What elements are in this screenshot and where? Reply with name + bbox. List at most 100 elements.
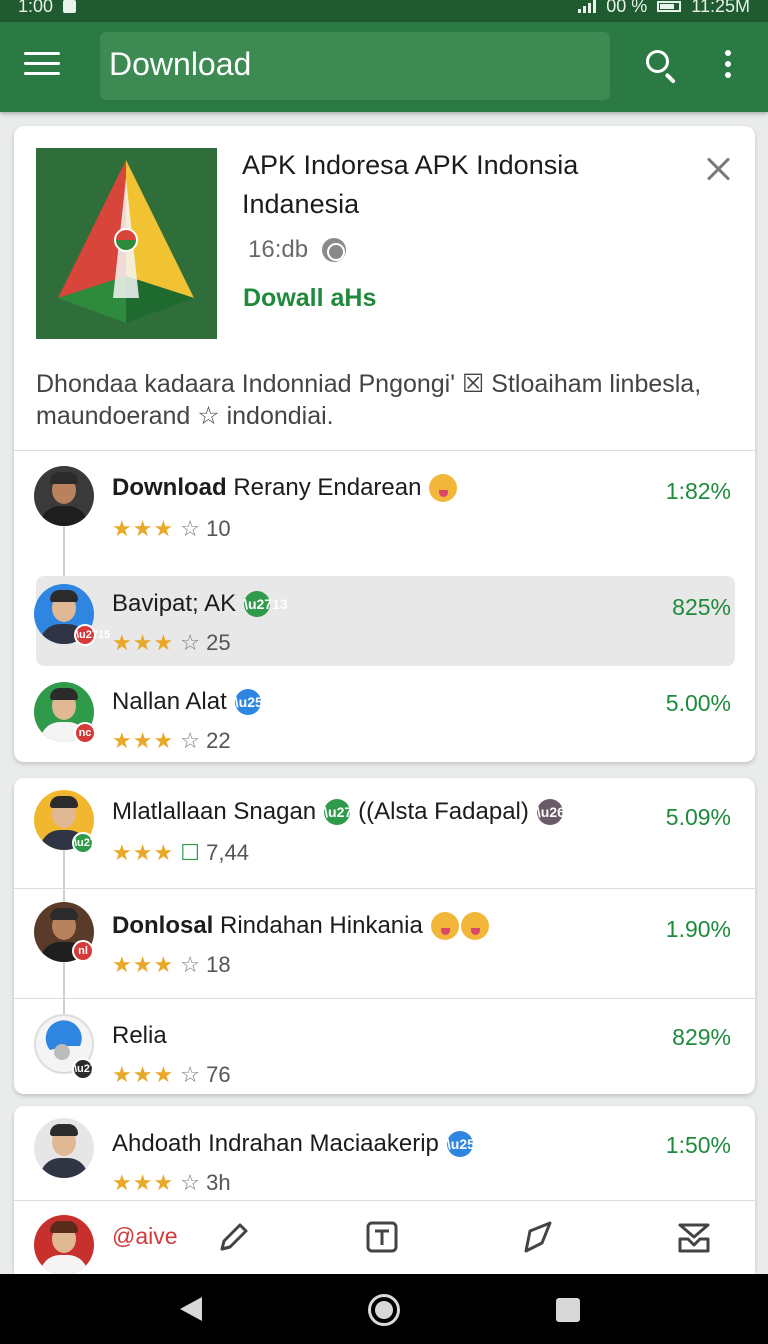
list-item[interactable]: Ahdoath Indrahan Maciaakerip \u25B2 ★★★ … <box>14 1114 755 1204</box>
system-nav-bar <box>0 1274 768 1344</box>
list-item-title-text: Bavipat; AK <box>112 590 237 617</box>
list-item[interactable]: \u2713 Mlatlallaan Snagan \u2713 ((Alsta… <box>14 786 755 876</box>
battery-icon <box>657 0 682 12</box>
list-item-title-text: Mlatlallaan Snagan <box>112 798 317 825</box>
stars-icon: ★★★ <box>112 1170 175 1195</box>
battery-percent: 00 % <box>606 0 648 16</box>
status-time: 1:00 <box>18 0 54 16</box>
list-item-title-text: Nallan Alat <box>112 688 227 715</box>
app-detail-card: APK Indoresa APK Indonsia Indanesia 16:d… <box>14 126 755 762</box>
rating-count: 22 <box>206 728 231 753</box>
list-item-title: Donlosal Rindahan Hinkania <box>112 912 489 940</box>
globe-icon <box>322 238 346 262</box>
list-item-title: Nallan Alat \u25B2 <box>112 688 281 716</box>
close-icon[interactable] <box>704 154 734 184</box>
rating: ★★★ ☆ 10 <box>112 516 231 542</box>
status-left: 1:00 <box>18 0 77 17</box>
notification-icon <box>63 0 77 13</box>
status-clock: 11:25M <box>691 0 750 16</box>
tongue-emoji-icon <box>429 474 458 502</box>
search-icon[interactable] <box>644 48 680 84</box>
text-box-icon[interactable] <box>364 1219 400 1255</box>
list-item-title: Relia <box>112 1022 167 1050</box>
stars-icon: ★★★ <box>112 516 175 541</box>
rating: ★★★ ☐ 7,44 <box>112 840 249 866</box>
verified-check-icon: \u2713 <box>244 591 288 617</box>
list-item-title-text: Rerany Endarean <box>233 474 422 501</box>
rating-count: 10 <box>206 516 231 541</box>
stars-icon: ★★★ <box>112 630 175 655</box>
stars-icon: ★★★ <box>112 1062 175 1087</box>
percent-value: 825% <box>672 594 731 620</box>
list-item-title-extra: ((Alsta Fadapal) <box>358 798 529 825</box>
bottom-toolbar: @aive <box>14 1200 755 1276</box>
empty-star-icon: ☆ <box>180 630 201 655</box>
list-item-title: Bavipat; AK \u2713 <box>112 590 288 618</box>
arrow-pin-icon[interactable] <box>520 1219 556 1255</box>
list-item[interactable]: nc Nallan Alat \u25B2 ★★★ ☆ 22 5.00% <box>14 676 755 762</box>
empty-star-icon: ☆ <box>180 516 201 541</box>
back-icon[interactable] <box>180 1297 202 1321</box>
percent-value: 829% <box>672 1024 731 1050</box>
empty-star-icon: ☆ <box>180 1062 201 1087</box>
list-item[interactable]: \u2713 Relia ★★★ ☆ 76 829% <box>14 1006 755 1094</box>
empty-star-icon: ☆ <box>180 952 201 977</box>
rating: ★★★ ☆ 18 <box>112 952 231 978</box>
page-title[interactable]: Download <box>100 32 610 100</box>
rating: ★★★ ☆ 3h <box>112 1170 231 1196</box>
empty-star-icon: ☆ <box>180 1170 201 1195</box>
list-item-title-bold: Download <box>112 474 227 501</box>
list-card: \u2713 Mlatlallaan Snagan \u2713 ((Alsta… <box>14 778 755 1094</box>
app-description: Dhondaa kadaara Indonniad Pngongi' ☒ Stl… <box>36 370 702 430</box>
list-item-title-text: Relia <box>112 1022 167 1049</box>
list-item-selected[interactable]: \u2715 Bavipat; AK \u2713 ★★★ ☆ 25 825% <box>14 576 755 666</box>
signal-icon <box>578 0 597 13</box>
percent-value: 1:50% <box>665 1132 731 1158</box>
divider <box>14 888 755 889</box>
list-item[interactable]: nl Donlosal Rindahan Hinkania ★★★ ☆ 18 1… <box>14 898 755 988</box>
rating: ★★★ ☆ 22 <box>112 728 231 754</box>
avatar <box>34 1215 94 1275</box>
stars-icon: ★★★ <box>112 840 175 865</box>
thumb-icon: ☐ <box>180 840 201 865</box>
percent-value: 1.90% <box>665 916 731 942</box>
stars-icon: ★★★ <box>112 728 175 753</box>
nl-badge: nl <box>72 940 94 962</box>
list-item-title: Mlatlallaan Snagan \u2713 ((Alsta Fadapa… <box>112 798 583 826</box>
red-badge-icon: \u2715 <box>74 624 110 646</box>
recents-icon[interactable] <box>556 1298 580 1322</box>
home-icon[interactable] <box>368 1294 400 1326</box>
percent-value: 5.09% <box>665 804 731 830</box>
rating-count: 25 <box>206 630 231 655</box>
list-item[interactable]: Download Rerany Endarean ★★★ ☆ 10 1:82% <box>14 460 755 550</box>
verified-icon: \u2713 <box>324 799 368 825</box>
app-logo <box>36 148 217 339</box>
divider <box>14 998 755 999</box>
stars-icon: ★★★ <box>112 952 175 977</box>
list-item-title: Download Rerany Endarean <box>112 474 458 502</box>
download-link[interactable]: Dowall aHs <box>243 284 376 313</box>
app-name: APK Indoresa APK Indonsia Indanesia <box>242 150 579 219</box>
info-badge-icon: \u25B2 <box>446 1131 493 1157</box>
list-item-title-text: Ahdoath Indrahan Maciaakerip <box>112 1130 439 1157</box>
list-item-title-text: Rindahan Hinkania <box>220 912 423 939</box>
person-icon: \u263A <box>536 799 583 825</box>
avatar <box>34 466 94 526</box>
envelope-tray-icon[interactable] <box>676 1219 712 1255</box>
pen-icon[interactable] <box>214 1219 250 1255</box>
check-badge-icon: \u2713 <box>72 1058 108 1080</box>
rating-count: 7,44 <box>206 840 249 865</box>
check-badge-icon: \u2713 <box>72 832 108 854</box>
tongue-emoji-icon <box>430 912 459 940</box>
status-bar: 1:00 00 % 11:25M <box>0 0 768 22</box>
status-right: 00 % 11:25M <box>578 0 750 17</box>
app-size: 16:db <box>248 236 309 263</box>
app-bar: Download <box>0 22 768 112</box>
more-vert-icon[interactable] <box>722 50 734 82</box>
info-badge-icon: \u25B2 <box>234 689 281 715</box>
save-label[interactable]: @aive <box>112 1223 178 1250</box>
rating-count: 18 <box>206 952 231 977</box>
divider <box>14 450 755 451</box>
list-item-title: Ahdoath Indrahan Maciaakerip \u25B2 <box>112 1130 493 1158</box>
menu-icon[interactable] <box>24 52 60 80</box>
